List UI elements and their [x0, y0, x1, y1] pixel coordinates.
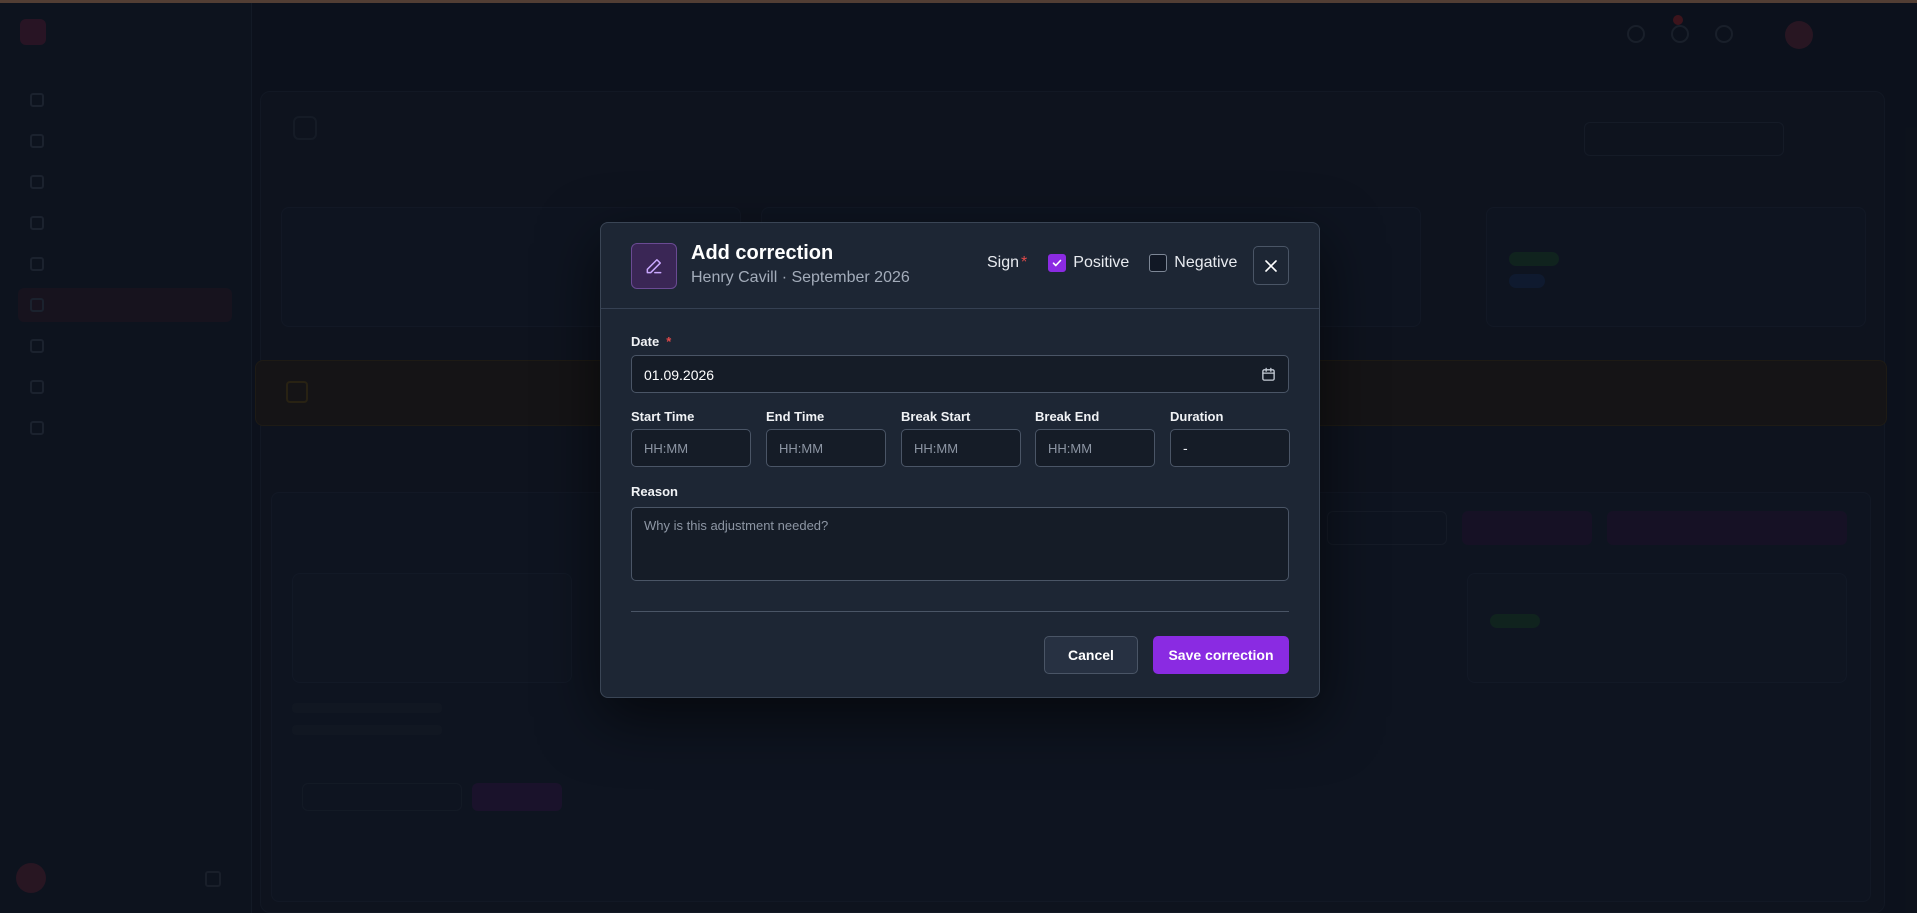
break-start-input[interactable]: HH:MM: [901, 429, 1021, 467]
break-end-input[interactable]: HH:MM: [1035, 429, 1155, 467]
duration-label: Duration: [1170, 409, 1224, 424]
break-start-placeholder: HH:MM: [914, 441, 959, 456]
sign-group: Sign * Positive Negative: [987, 254, 1237, 272]
break-start-label: Break Start: [901, 409, 971, 424]
add-correction-modal: Add correction Henry Cavill · September …: [600, 222, 1320, 698]
calendar-icon[interactable]: [1261, 367, 1276, 387]
break-end-label: Break End: [1035, 409, 1100, 424]
start-time-label: Start Time: [631, 409, 695, 424]
close-icon: [1265, 259, 1277, 272]
start-time-placeholder: HH:MM: [644, 441, 689, 456]
footer-divider: [631, 611, 1289, 612]
close-button[interactable]: [1253, 246, 1289, 285]
check-icon: [1052, 259, 1062, 267]
modal-subtitle: Henry Cavill · September 2026: [691, 269, 910, 286]
negative-checkbox[interactable]: [1149, 254, 1168, 272]
date-input[interactable]: 01.09.2026: [631, 355, 1289, 393]
cancel-button[interactable]: Cancel: [1044, 636, 1138, 674]
date-label-text: Date: [631, 334, 660, 349]
end-time-input[interactable]: HH:MM: [766, 429, 886, 467]
end-time-label: End Time: [766, 409, 825, 424]
required-marker: *: [666, 334, 672, 349]
required-marker: *: [1021, 254, 1028, 271]
reason-placeholder: Why is this adjustment needed?: [644, 518, 829, 533]
modal-header: Add correction Henry Cavill · September …: [601, 223, 1319, 309]
break-end-placeholder: HH:MM: [1048, 441, 1093, 456]
start-time-input[interactable]: HH:MM: [631, 429, 751, 467]
negative-label[interactable]: Negative: [1174, 254, 1237, 272]
pencil-icon: [631, 243, 677, 289]
positive-label[interactable]: Positive: [1073, 254, 1129, 272]
end-time-placeholder: HH:MM: [779, 441, 824, 456]
reason-label: Reason: [631, 484, 678, 499]
date-label: Date *: [631, 334, 671, 349]
duration-field: -: [1170, 429, 1290, 467]
modal-title: Add correction: [691, 242, 834, 264]
sign-label: Sign: [987, 254, 1020, 271]
save-correction-button[interactable]: Save correction: [1153, 636, 1289, 674]
reason-textarea[interactable]: Why is this adjustment needed?: [631, 507, 1289, 581]
positive-checkbox[interactable]: [1048, 254, 1067, 272]
date-value: 01.09.2026: [644, 367, 715, 383]
duration-value: -: [1183, 440, 1188, 456]
